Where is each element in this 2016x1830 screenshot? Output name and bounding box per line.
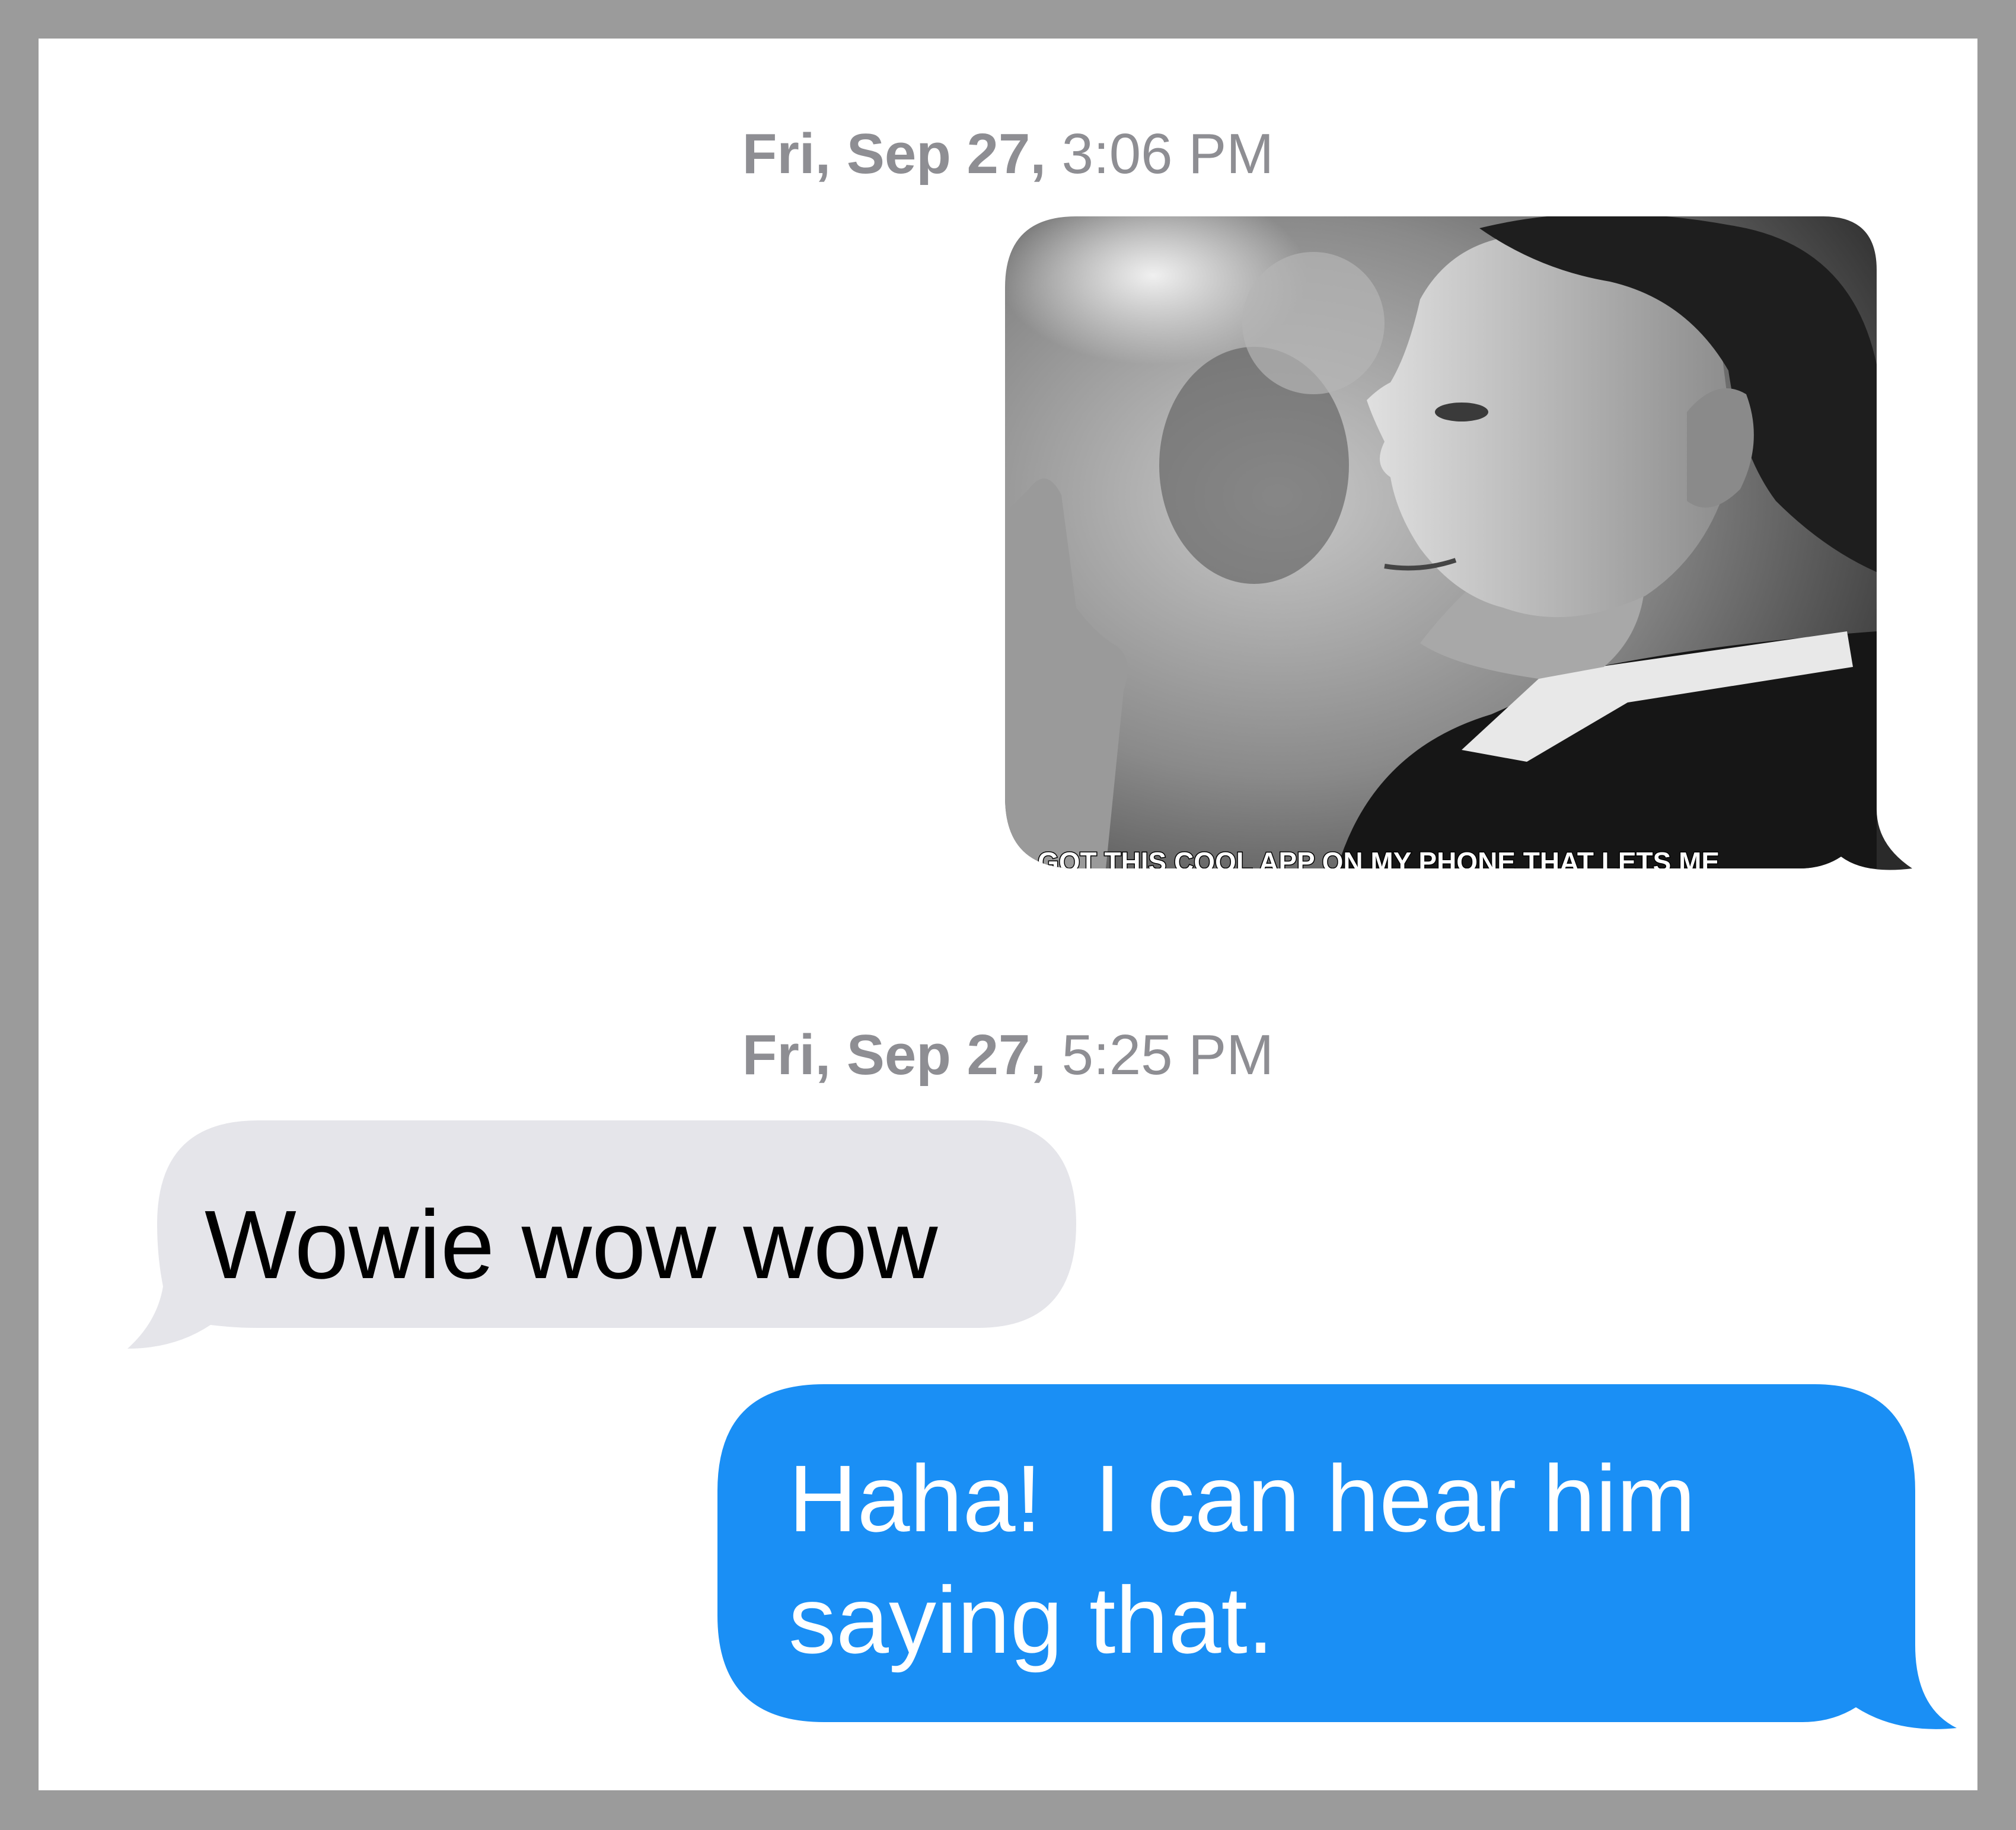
meme-image[interactable]: GOT THIS COOL APP ON MY PHONE THAT LETS … (1005, 216, 1912, 916)
image-message-bubble[interactable]: GOT THIS COOL APP ON MY PHONE THAT LETS … (1005, 216, 1912, 916)
timestamp-day: Fri, Sep 27, (742, 122, 1046, 186)
message-timestamp: Fri, Sep 27, 5:25 PM (39, 1023, 1977, 1088)
sent-message-line: Haha! I can hear him (789, 1445, 1696, 1551)
received-message-text: Wowie wow wow (205, 1190, 938, 1299)
meme-caption: GOT THIS COOL APP ON MY PHONE THAT LETS … (1038, 847, 1720, 877)
timestamp-time: 5:25 PM (1061, 1023, 1274, 1087)
messages-thread: Fri, Sep 27, 3:06 PM GOT THIS COOL APP O… (39, 39, 1977, 1790)
timestamp-day: Fri, Sep 27, (742, 1023, 1046, 1087)
sent-message-line: saying that. (789, 1567, 1274, 1673)
message-timestamp: Fri, Sep 27, 3:06 PM (39, 122, 1977, 187)
timestamp-time: 3:06 PM (1061, 122, 1274, 186)
sent-message-text: Haha! I can hear him saying that. (789, 1438, 1696, 1681)
